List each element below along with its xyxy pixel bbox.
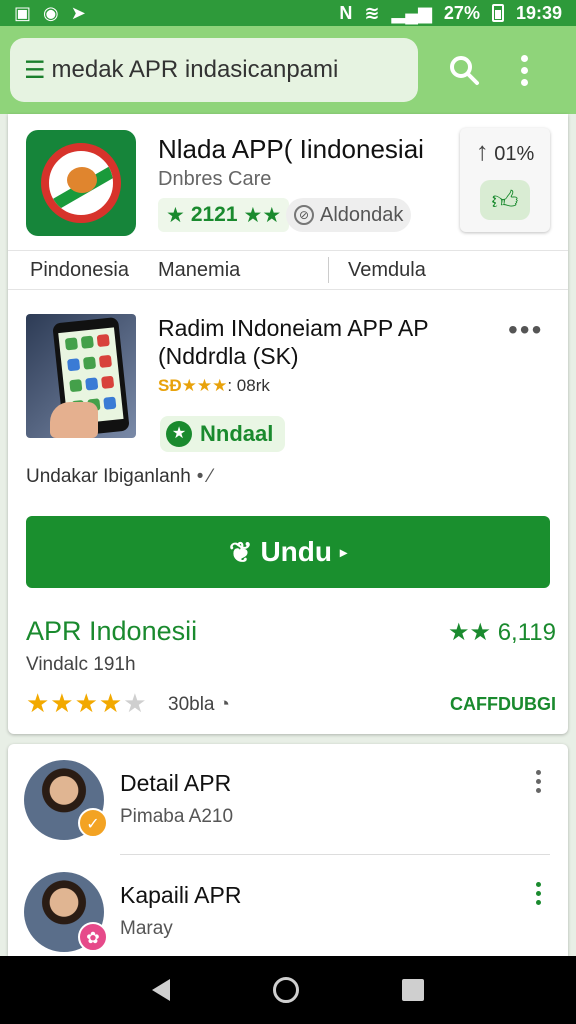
wifi-icon: ≋ — [364, 2, 380, 23]
list-item[interactable]: ✓ Detail APR Pimaba A210 — [8, 744, 568, 855]
status-right: N ≋ ▂▄▆ 27% 19:39 — [339, 3, 562, 24]
app-title: Nlada APP( Iindonesiai — [158, 134, 424, 164]
footer-rating: ★★ 6,119 — [448, 619, 556, 646]
tab-2[interactable]: Vemdula — [348, 259, 426, 282]
item-menu-icon[interactable] — [536, 770, 541, 793]
rating-value: 2121 — [190, 203, 238, 226]
second-app-title: Radim INdoneiam APP AP (Nddrdla (SK) — [158, 315, 429, 369]
arrow-up-icon: ↑ — [475, 136, 489, 166]
update-tile[interactable]: ↑ 01% 👍︎ — [460, 128, 550, 232]
comment-icon: ◔ — [218, 694, 230, 715]
footer-review-count: 30bla ◔ — [168, 694, 230, 715]
stars-icon: ★★ — [448, 619, 492, 646]
app-screenshot[interactable] — [26, 314, 136, 438]
more-horizontal-icon[interactable]: ••• — [508, 314, 543, 346]
battery-icon — [491, 4, 504, 22]
footer-subtitle: Vindalc 191h — [26, 654, 136, 675]
tab-1[interactable]: Manemia — [158, 259, 240, 282]
list-item-subtitle: Maray — [120, 918, 173, 939]
install-chip[interactable]: ★ Nndaal — [160, 416, 286, 452]
app-detail-card: Nlada APP( Iindonesiai Dnbres Care ★ 212… — [8, 114, 568, 734]
app-logo-icon[interactable] — [26, 130, 136, 236]
battery-percent: 27% — [443, 2, 480, 23]
home-icon[interactable] — [272, 977, 299, 1003]
status-bar: ▣ ◉ ➤ N ≋ ▂▄▆ 27% 19:39 — [0, 0, 576, 26]
star-icon: ★ — [166, 203, 185, 227]
link-icon: ⊘ — [294, 205, 314, 225]
search-icon[interactable] — [434, 40, 494, 100]
tabs-row: Pindonesia Manemia Vemdula — [8, 250, 568, 290]
badge-icon: ✿ — [78, 922, 108, 952]
check-badge-icon: ✓ — [78, 808, 108, 838]
tab-0[interactable]: Pindonesia — [30, 259, 129, 282]
recent-apps-icon[interactable] — [402, 979, 425, 1001]
app-developer[interactable]: Dnbres Care — [158, 168, 271, 191]
thumbs-up-icon: 👍︎ — [480, 180, 530, 220]
divider — [120, 854, 550, 855]
leaf-icon: ❦ — [228, 536, 253, 568]
footer-category[interactable]: CAFFDUBGI — [450, 694, 556, 715]
list-icon: ☰ — [24, 56, 46, 84]
list-item-title: Detail APR — [120, 770, 232, 796]
list-item-title: Kapaili APR — [120, 882, 242, 908]
nfc-icon: N — [339, 2, 353, 23]
list-item[interactable]: ✿ Kapaili APR Maray — [8, 856, 568, 966]
chevron-icon: • ⁄ — [196, 466, 212, 487]
download-button-label: Undu — [260, 536, 332, 567]
navigation-bar — [0, 956, 576, 1024]
search-box[interactable]: ☰ — [10, 38, 418, 102]
tag-chip[interactable]: ⊘ Aldondak — [286, 198, 412, 232]
messenger-icon: ◉ — [43, 2, 59, 23]
rating-chip: ★ 2121 ★★ — [158, 198, 290, 232]
search-input[interactable] — [51, 56, 392, 84]
footer-app-title[interactable]: APR Indonesii — [26, 616, 197, 647]
tag-chip-label: Aldondak — [320, 203, 404, 226]
footer-stars: ★★★★★ — [26, 688, 148, 718]
more-options-icon[interactable] — [494, 40, 554, 100]
list-item-subtitle: Pimaba A210 — [120, 806, 234, 827]
send-icon: ➤ — [70, 2, 86, 23]
status-left: ▣ ◉ ➤ — [14, 3, 86, 24]
app-bar: ☰ — [0, 26, 576, 114]
download-button[interactable]: ❦ Undu ▸ — [26, 516, 550, 588]
sub-link[interactable]: Undakar Ibiganlanh • ⁄ — [26, 466, 212, 488]
tab-divider — [328, 257, 329, 283]
item-menu-icon[interactable] — [536, 882, 541, 905]
back-icon[interactable] — [151, 979, 170, 1001]
install-chip-label: Nndaal — [200, 421, 274, 446]
image-icon: ▣ — [14, 2, 32, 23]
download-icon: ★ — [166, 421, 192, 447]
update-percent: ↑ 01% — [475, 136, 535, 166]
second-app-rating: SÐ★★★: 08rk — [158, 376, 270, 395]
list-card: ✓ Detail APR Pimaba A210 ✿ Kapaili APR M… — [8, 744, 568, 956]
signal-icon: ▂▄▆ — [391, 2, 432, 23]
stars-icon: ★★ — [243, 203, 282, 227]
clock: 19:39 — [515, 2, 562, 23]
play-arrow-icon: ▸ — [339, 543, 348, 560]
